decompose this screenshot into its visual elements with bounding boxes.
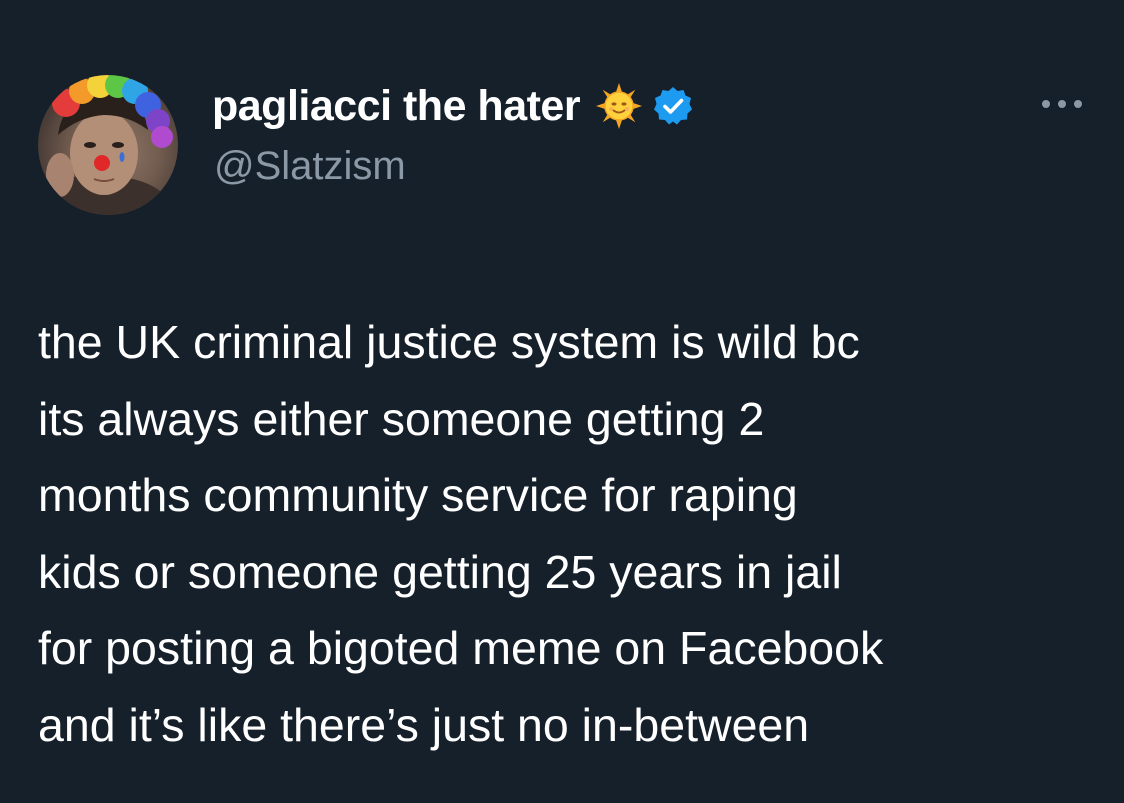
tweet-text-line: kids or someone getting 25 years in jail [38,545,842,598]
verified-badge-icon [652,85,694,127]
avatar-image [38,75,173,215]
more-options-button[interactable] [1038,84,1086,124]
tweet-text-line: for posting a bigoted meme on Facebook [38,622,884,674]
avatar[interactable] [38,75,178,215]
tweet-text-line: the UK criminal justice system is wild b… [38,316,860,368]
display-name[interactable]: pagliacci the hater [212,82,581,130]
more-options-icon [1042,100,1082,108]
author-handle[interactable]: @Slatzism [214,142,406,190]
tweet-text-line: months community service for raping [38,469,798,521]
tweet-text-line: its always either someone getting 2 [38,392,765,445]
sun-with-face-icon [596,83,643,129]
tweet: pagliacci the hater @Slatzism the UK cri… [0,0,1124,803]
tweet-text-line: and it’s like there’s just no in-between [38,698,810,751]
tweet-text: the UK criminal justice system is wild b… [38,304,1098,763]
author-row: pagliacci the hater [212,82,694,130]
